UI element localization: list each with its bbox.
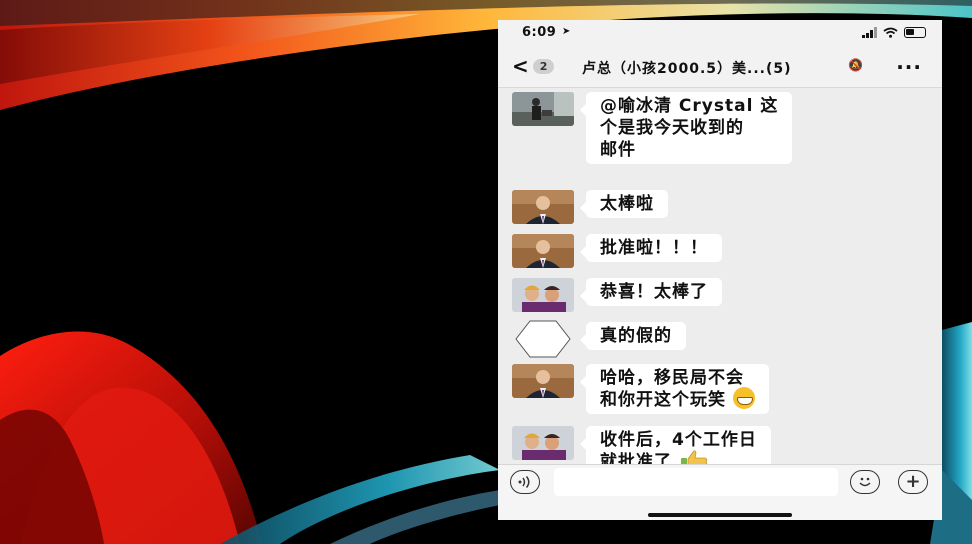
chevron-left-icon: < xyxy=(512,54,529,78)
message-line: @喻冰清 Crystal 这 xyxy=(600,96,779,116)
avatar[interactable] xyxy=(512,278,574,312)
message-text-input[interactable] xyxy=(554,468,838,496)
message-bubble: 太棒啦 xyxy=(580,190,668,218)
message-item: 恭喜！太棒了 xyxy=(512,278,722,312)
status-time: 6:09 xyxy=(522,25,557,40)
message-line: 收件后，4个工作日 xyxy=(600,430,757,450)
plus-icon[interactable]: + xyxy=(898,470,928,494)
message-bubble: 真的假的 xyxy=(580,322,686,350)
more-button[interactable]: ··· xyxy=(896,55,922,79)
message-item: @喻冰清 Crystal 这 个是我今天收到的 邮件 xyxy=(512,92,793,164)
message-item: 批准啦！！！ xyxy=(512,234,722,268)
grin-emoji-icon xyxy=(732,387,755,409)
status-icons xyxy=(862,27,926,38)
message-line-with-emoji: 和你开这个玩笑 xyxy=(600,387,755,411)
avatar[interactable] xyxy=(512,426,574,460)
message-line: 个是我今天收到的 xyxy=(600,118,744,138)
bell-muted-icon: 🔕 xyxy=(848,58,863,72)
message-item: 真的假的 xyxy=(512,320,686,358)
avatar[interactable] xyxy=(512,320,574,358)
message-bubble: @喻冰清 Crystal 这 个是我今天收到的 邮件 xyxy=(579,92,793,164)
message-bubble: 哈哈，移民局不会 和你开这个玩笑 xyxy=(580,364,769,414)
battery-icon xyxy=(904,27,926,38)
avatar[interactable] xyxy=(512,92,574,126)
message-line: 邮件 xyxy=(600,140,636,160)
message-bubble: 恭喜！太棒了 xyxy=(580,278,722,306)
unread-count-badge: 2 xyxy=(532,58,555,74)
phone-screenshot: 6:09 ➤ < 2 卢总（小孩2000.5）美...(5) 🔕 ··· @喻冰… xyxy=(498,20,942,520)
status-bar: 6:09 ➤ xyxy=(498,20,942,46)
location-arrow-icon: ➤ xyxy=(562,26,571,37)
wifi-icon xyxy=(883,27,898,38)
message-line: 和你开这个玩笑 xyxy=(600,390,726,410)
message-line: 太棒啦 xyxy=(600,194,654,214)
chat-header: < 2 卢总（小孩2000.5）美...(5) 🔕 ··· xyxy=(498,46,942,88)
message-item: 太棒啦 xyxy=(512,190,668,224)
message-line: 恭喜！太棒了 xyxy=(600,282,708,302)
message-line: 真的假的 xyxy=(600,326,672,346)
back-button[interactable]: < 2 xyxy=(512,54,555,78)
message-bubble: 批准啦！！！ xyxy=(580,234,722,262)
home-indicator xyxy=(648,513,792,517)
chat-title[interactable]: 卢总（小孩2000.5）美...(5) xyxy=(582,58,792,78)
emoji-icon[interactable] xyxy=(850,470,880,494)
signal-icon xyxy=(862,27,877,38)
chat-messages: @喻冰清 Crystal 这 个是我今天收到的 邮件 太棒啦 批准啦！！！ 恭喜… xyxy=(498,88,942,476)
message-item: 哈哈，移民局不会 和你开这个玩笑 xyxy=(512,364,769,414)
avatar[interactable] xyxy=(512,234,574,268)
message-input-bar: + xyxy=(498,464,942,520)
voice-icon[interactable] xyxy=(510,470,540,494)
avatar[interactable] xyxy=(512,190,574,224)
message-line: 哈哈，移民局不会 xyxy=(600,368,744,388)
message-line: 批准啦！！！ xyxy=(600,238,708,258)
avatar[interactable] xyxy=(512,364,574,398)
